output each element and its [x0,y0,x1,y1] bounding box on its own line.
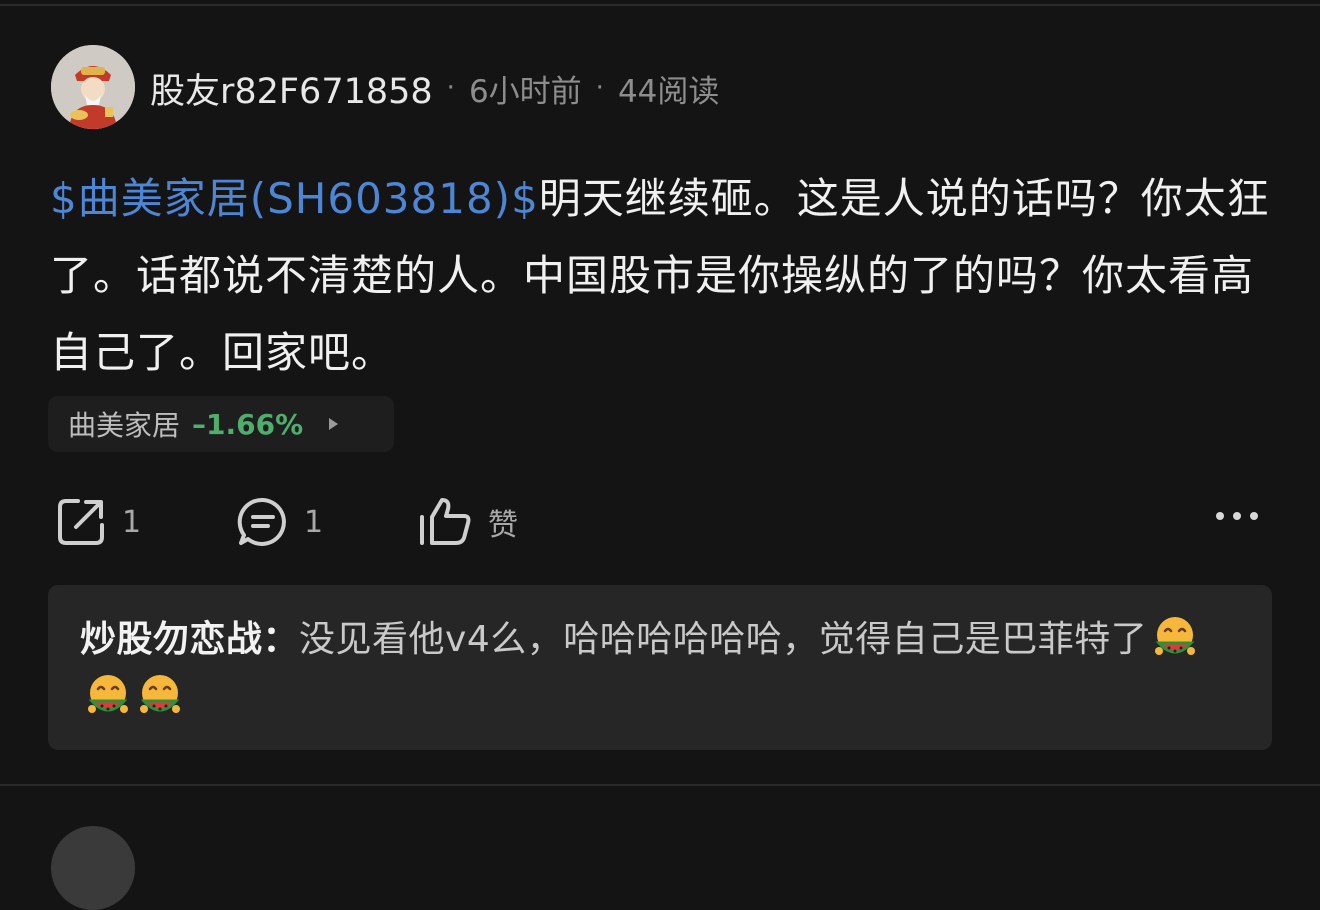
stock-name: 曲美家居 [68,409,181,442]
more-options-icon[interactable] [1216,512,1258,520]
comment-button[interactable]: 1 [236,495,323,549]
meta-separator: · [446,73,455,103]
top-divider [0,4,1320,6]
post-body: $曲美家居(SH603818)$明天继续砸。这是人说的话吗？你太狂了。话都说不清… [50,160,1290,391]
chevron-right-icon [329,418,339,430]
comment-count: 1 [304,504,324,540]
comment-content: 炒股勿恋战：没见看他v4么，哈哈哈哈哈哈，觉得自己是巴菲特了 [80,611,1240,727]
watermelon-eating-emoji-icon [136,671,184,719]
stock-change: –1.66% [192,407,304,441]
next-post-avatar[interactable] [51,826,135,910]
like-button[interactable]: 赞 [418,495,518,549]
post-header: 股友r82F671858 · 6小时前 · 44阅读 [150,62,719,114]
thumbs-up-icon [420,498,471,545]
bottom-divider [0,784,1320,786]
comment-text: 没见看他v4么，哈哈哈哈哈哈，觉得自己是巴菲特了 [299,619,1148,660]
stock-quote-chip[interactable]: 曲美家居 –1.66% [48,396,394,452]
meta-separator: · [595,73,604,103]
god-of-wealth-avatar-icon [51,45,135,129]
watermelon-eating-emoji-icon [1151,613,1199,661]
post-time: 6小时前 [468,73,582,110]
comment-preview[interactable]: 炒股勿恋战：没见看他v4么，哈哈哈哈哈哈，觉得自己是巴菲特了 [48,585,1272,750]
dot [1216,512,1224,520]
user-avatar[interactable] [51,45,135,129]
dot [1233,512,1241,520]
comment-author[interactable]: 炒股勿恋战： [80,619,299,660]
comment-icon [237,497,286,546]
watermelon-eating-emoji-icon [84,671,132,719]
stock-tag-link[interactable]: $曲美家居(SH603818)$ [50,174,539,223]
share-icon [58,499,104,545]
read-count: 44阅读 [617,73,720,110]
dot [1250,512,1258,520]
like-label: 赞 [488,508,518,543]
share-count: 1 [122,504,142,540]
share-button[interactable]: 1 [54,495,141,549]
username[interactable]: 股友r82F671858 [150,63,433,114]
